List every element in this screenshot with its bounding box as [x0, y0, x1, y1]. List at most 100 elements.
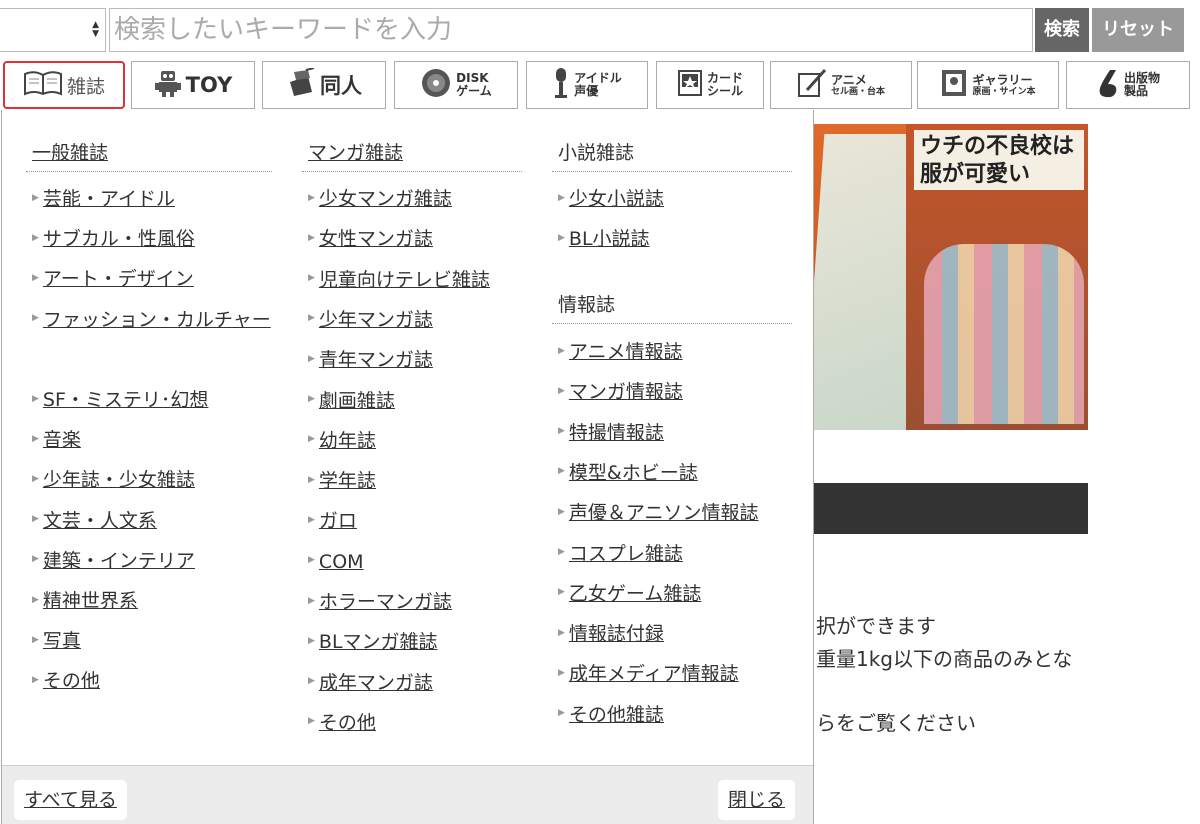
category-tab-doujin[interactable]: 同人: [262, 61, 386, 109]
menu-item[interactable]: ▶ SF・ミステリ･幻想: [32, 387, 208, 414]
menu-item[interactable]: ▶ 青年マンガ誌: [308, 347, 433, 374]
menu-item[interactable]: ▶ 成年メディア情報誌: [558, 661, 739, 688]
bullet-arrow-icon: ▶: [32, 594, 39, 605]
category-tab-gallery[interactable]: ギャラリー 原画・サイン本: [917, 61, 1059, 109]
menu-item[interactable]: ▶ 精神世界系: [32, 588, 138, 615]
menu-item[interactable]: ▶ 幼年誌: [308, 428, 376, 455]
menu-item[interactable]: ▶ 児童向けテレビ雑誌: [308, 267, 490, 294]
menu-item[interactable]: ▶ ファッション・カルチャー: [32, 307, 272, 334]
menu-item[interactable]: ▶ マンガ情報誌: [558, 379, 683, 406]
bullet-arrow-icon: ▶: [32, 313, 39, 324]
menu-item-label: BLマンガ雑誌: [318, 631, 438, 654]
menu-item[interactable]: ▶ 少年マンガ誌: [308, 307, 433, 334]
menu-item[interactable]: ▶ 文芸・人文系: [32, 508, 157, 535]
category-label: カード シール: [706, 71, 743, 98]
disk-icon: [420, 67, 452, 104]
bullet-arrow-icon: ▶: [32, 554, 39, 565]
menu-item-label: 建築・インテリア: [42, 549, 195, 572]
menu-item[interactable]: ▶ 少女マンガ雑誌: [308, 186, 452, 213]
menu-item[interactable]: ▶ 写真: [32, 628, 81, 655]
menu-heading-info-magazines: 情報誌: [558, 294, 616, 316]
menu-item[interactable]: ▶ その他雑誌: [558, 702, 664, 729]
menu-item[interactable]: ▶ ガロ: [308, 508, 357, 535]
menu-item[interactable]: ▶ 情報誌付録: [558, 621, 664, 648]
menu-item[interactable]: ▶ 模型&ホビー誌: [558, 460, 698, 487]
category-label: DISK ゲーム: [456, 71, 492, 98]
category-tab-idol-voice[interactable]: アイドル 声優: [526, 61, 648, 109]
menu-item-label: 芸能・アイドル: [42, 188, 175, 210]
bullet-arrow-icon: ▶: [558, 385, 565, 396]
menu-item-label: 模型&ホビー誌: [568, 461, 698, 484]
menu-item[interactable]: ▶ 女性マンガ誌: [308, 226, 433, 253]
menu-item[interactable]: ▶ 学年誌: [308, 468, 376, 495]
menu-item[interactable]: ▶ サブカル・性風俗: [32, 226, 195, 253]
menu-item[interactable]: ▶ 劇画雑誌: [308, 388, 395, 415]
close-menu-button[interactable]: 閉じる: [718, 780, 796, 820]
category-tab-disk-game[interactable]: DISK ゲーム: [394, 61, 518, 109]
search-input[interactable]: 検索したいキーワードを入力: [109, 8, 1033, 52]
category-tab-anime-cel[interactable]: アニメ セル画・台本: [770, 61, 912, 109]
bullet-arrow-icon: ▶: [308, 555, 315, 566]
menu-item[interactable]: ▶ BLマンガ雑誌: [308, 629, 438, 656]
menu-heading-manga-magazines[interactable]: マンガ雑誌: [308, 138, 403, 164]
menu-item[interactable]: ▶ ホラーマンガ誌: [308, 589, 452, 616]
menu-item[interactable]: ▶ 特撮情報誌: [558, 420, 664, 447]
see-all-button[interactable]: すべて見る: [14, 780, 127, 820]
featured-banner[interactable]: ウチの不良校は 服が可愛い: [814, 124, 1088, 430]
bullet-arrow-icon: ▶: [308, 192, 315, 203]
menu-item-label: 少女マンガ雑誌: [318, 188, 452, 210]
menu-divider: [302, 171, 522, 172]
category-label: アイドル 声優: [574, 71, 622, 98]
menu-item-label: その他: [42, 670, 100, 693]
publication-icon: [1096, 68, 1120, 103]
bullet-arrow-icon: ▶: [308, 394, 315, 404]
menu-item[interactable]: ▶ アート・デザイン: [32, 266, 194, 293]
pen-icon: [797, 68, 827, 103]
menu-item[interactable]: ▶ その他: [308, 710, 376, 737]
menu-item[interactable]: ▶ 成年マンガ誌: [308, 670, 433, 697]
menu-item-label: コスプレ雑誌: [568, 542, 683, 565]
bullet-arrow-icon: ▶: [308, 676, 315, 687]
menu-item[interactable]: ▶ コスプレ雑誌: [558, 541, 683, 568]
category-tab-toy[interactable]: TOY: [131, 61, 255, 109]
menu-item-label: BL小説誌: [568, 228, 650, 251]
menu-item[interactable]: ▶ 声優＆アニソン情報誌: [558, 500, 759, 527]
bullet-arrow-icon: ▶: [308, 514, 315, 525]
menu-item-label: 特撮情報誌: [568, 421, 664, 444]
menu-heading-general-magazines[interactable]: 一般雑誌: [32, 138, 108, 164]
menu-item-label: アニメ情報誌: [568, 341, 683, 363]
bullet-arrow-icon: ▶: [32, 634, 39, 645]
magazine-dropdown-menu: 一般雑誌 ▶ 芸能・アイドル ▶ サブカル・性風俗 ▶ アート・デザイン ▶ ファッション・カ…: [1, 110, 814, 824]
menu-item[interactable]: ▶ 音楽: [32, 427, 81, 454]
menu-item[interactable]: ▶ 乙女ゲーム雑誌: [558, 581, 701, 608]
search-button[interactable]: 検索: [1035, 8, 1089, 52]
category-tab-magazine[interactable]: 雑誌: [3, 61, 125, 109]
menu-item[interactable]: ▶ 少年誌・少女雑誌: [32, 467, 195, 494]
menu-item[interactable]: ▶ アニメ情報誌: [558, 339, 683, 366]
category-tab-card-sticker[interactable]: カード シール: [656, 61, 764, 109]
bullet-arrow-icon: ▶: [308, 716, 315, 727]
search-category-select[interactable]: ▲ ▼: [0, 8, 106, 52]
menu-item[interactable]: ▶ 少女小説誌: [558, 186, 664, 213]
menu-item-label: アート・デザイン: [42, 268, 194, 291]
bullet-arrow-icon: ▶: [308, 313, 315, 324]
menu-item-label: 成年メディア情報誌: [568, 663, 739, 686]
frame-icon: [940, 68, 968, 103]
menu-item-label: 少女小説誌: [568, 188, 664, 210]
info-text-line: らをご覧ください: [816, 711, 976, 735]
menu-item[interactable]: ▶ 建築・インテリア: [32, 548, 195, 575]
card-icon: [677, 69, 703, 102]
category-tab-publications[interactable]: 出版物 製品: [1066, 61, 1190, 109]
menu-item[interactable]: ▶ その他: [32, 668, 100, 695]
menu-item-label: 精神世界系: [42, 590, 138, 612]
menu-item[interactable]: ▶ COM: [308, 549, 364, 576]
menu-item-label: 写真: [42, 630, 81, 653]
bullet-arrow-icon: ▶: [32, 232, 39, 243]
banner-title: ウチの不良校は 服が可愛い: [914, 130, 1084, 190]
menu-item-label: ホラーマンガ誌: [318, 591, 452, 613]
reset-button[interactable]: リセット: [1092, 8, 1184, 52]
menu-item-label: SF・ミステリ･幻想: [42, 389, 209, 411]
menu-item[interactable]: ▶ BL小説誌: [558, 226, 650, 253]
doujin-icon: [286, 66, 316, 103]
menu-item[interactable]: ▶ 芸能・アイドル: [32, 186, 175, 213]
